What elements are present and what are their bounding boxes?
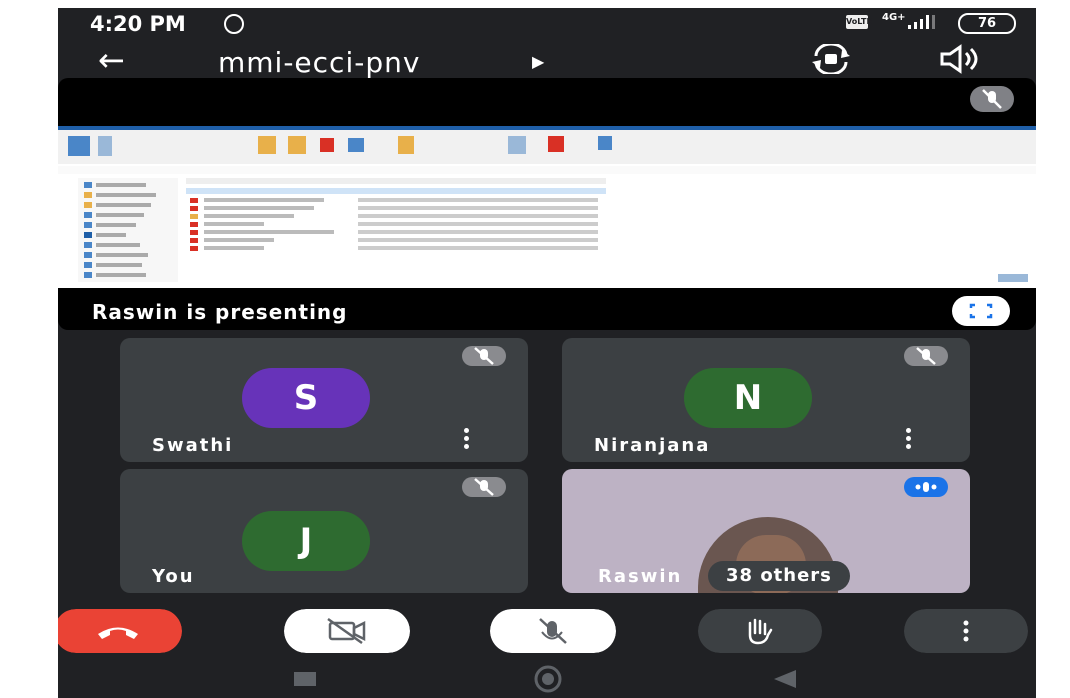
participant-name: Swathi (152, 435, 234, 456)
others-count-badge[interactable]: 38 others (708, 561, 850, 591)
switch-camera-icon[interactable] (808, 44, 854, 74)
participant-tile-self[interactable]: J You (120, 469, 528, 593)
mic-off-icon (970, 86, 1014, 112)
presenting-caption: Raswin is presenting (92, 300, 348, 324)
mic-off-icon (462, 477, 506, 497)
avatar: S (242, 368, 370, 428)
status-time: 4:20 PM (90, 12, 186, 36)
mic-off-button[interactable] (490, 609, 616, 653)
more-options-icon[interactable] (464, 428, 470, 450)
recents-icon[interactable] (294, 672, 316, 686)
meet-screen: 4:20 PM VoLTE 4G+ 76 ← mmi-ecci-pnv ▶ Ra… (58, 8, 1036, 698)
alarm-icon (224, 14, 244, 34)
status-bar: 4:20 PM VoLTE 4G+ 76 (58, 8, 1036, 38)
mic-off-icon (904, 346, 948, 366)
more-options-icon[interactable] (906, 428, 912, 450)
back-nav-icon[interactable] (774, 670, 796, 688)
volte-icon: VoLTE (846, 15, 872, 29)
speaker-icon[interactable] (938, 44, 988, 74)
signal-icon (908, 15, 936, 29)
camera-off-button[interactable] (284, 609, 410, 653)
end-call-button[interactable] (58, 609, 182, 653)
battery-icon: 76 (958, 13, 1016, 34)
participant-video-tile[interactable]: Raswin 38 others (562, 469, 970, 593)
avatar: J (242, 511, 370, 571)
avatar: N (684, 368, 812, 428)
speaking-indicator-icon (904, 477, 948, 497)
participant-tile[interactable]: N Niranjana (562, 338, 970, 462)
navigation-bar (294, 665, 796, 693)
participant-tile[interactable]: S Swathi (120, 338, 528, 462)
meeting-code[interactable]: mmi-ecci-pnv (218, 46, 420, 79)
network-type-label: 4G+ (882, 12, 906, 23)
presentation-tile[interactable]: Raswin is presenting (58, 78, 1036, 330)
shared-screen-image (58, 126, 1036, 288)
mic-off-icon (462, 346, 506, 366)
participant-name: Niranjana (594, 435, 711, 456)
meeting-info-arrow-icon[interactable]: ▶ (532, 52, 544, 71)
participant-name: You (152, 566, 195, 587)
fullscreen-icon[interactable] (952, 296, 1010, 326)
back-arrow-icon[interactable]: ← (98, 44, 125, 76)
raise-hand-button[interactable] (698, 609, 822, 653)
more-options-button[interactable] (904, 609, 1028, 653)
participant-name: Raswin (598, 566, 683, 587)
